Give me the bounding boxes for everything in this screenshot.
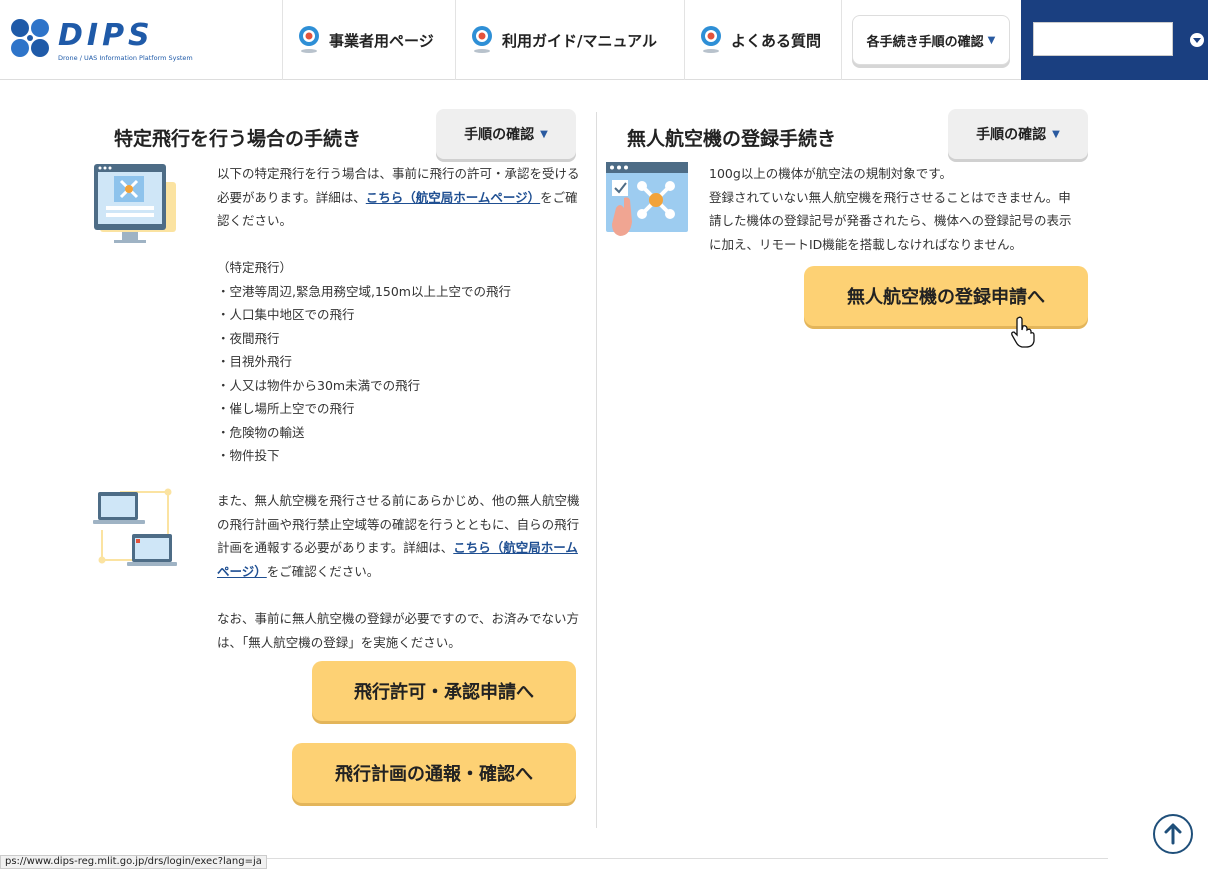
flag-icon bbox=[701, 26, 721, 53]
list-item: ・物件投下 bbox=[217, 448, 280, 463]
language-select[interactable] bbox=[1033, 22, 1173, 56]
right-procedure-button[interactable]: 手順の確認 ▼ bbox=[948, 109, 1088, 159]
registration-line: 100g以上の機体が航空法の規制対象です。 bbox=[709, 166, 953, 181]
nav-business-page[interactable]: 事業者用ページ bbox=[282, 0, 456, 80]
list-item: ・人口集中地区での飛行 bbox=[217, 307, 355, 322]
specific-flight-list: （特定飛行） ・空港等周辺,緊急用務空域,150m以上上空での飛行 ・人口集中地… bbox=[217, 256, 581, 468]
registration-title: 無人航空機の登録手続き bbox=[627, 128, 837, 150]
flag-icon bbox=[472, 26, 492, 53]
laptops-network-illustration bbox=[93, 488, 177, 566]
arrow-up-icon bbox=[1164, 823, 1182, 845]
hand-pointer-icon bbox=[1011, 316, 1035, 348]
nav-faq[interactable]: よくある質問 bbox=[684, 0, 842, 80]
nav-label: 利用ガイド/マニュアル bbox=[502, 31, 658, 50]
registration-line: 請した機体の登録記号が発番されたら、機体への登録記号の表示 bbox=[709, 213, 1072, 228]
drone-registration-button[interactable]: 無人航空機の登録申請へ bbox=[804, 266, 1088, 326]
specific-flight-title: 特定飛行を行う場合の手続き bbox=[114, 128, 362, 150]
list-heading: （特定飛行） bbox=[217, 260, 293, 275]
flight-permit-button[interactable]: 飛行許可・承認申請へ bbox=[312, 661, 576, 721]
plan-text-end: をご確認ください。 bbox=[266, 563, 380, 579]
scroll-top-button[interactable] bbox=[1153, 814, 1193, 854]
nav-user-guide[interactable]: 利用ガイド/マニュアル bbox=[455, 0, 685, 80]
flag-icon bbox=[299, 26, 319, 53]
registration-line: 登録されていない無人航空機を飛行させることはできません。申 bbox=[709, 189, 1071, 205]
registration-note: なお、事前に無人航空機の登録が必要ですので、お済みでない方は、「無人航空機の登録… bbox=[217, 611, 580, 650]
list-item: ・人又は物件から30m未満での飛行 bbox=[217, 377, 421, 393]
list-item: ・目視外飛行 bbox=[217, 354, 293, 369]
caret-down-icon: ▼ bbox=[540, 128, 548, 140]
dips-logo[interactable]: DIPS Drone / UAS Information Platform Sy… bbox=[6, 14, 196, 64]
logo-subtitle: Drone / UAS Information Platform System bbox=[58, 54, 193, 62]
flight-plan-text: また、無人航空機を飛行させる前にあらかじめ、他の無人航空機の飛行計画や飛行禁止空… bbox=[217, 489, 581, 583]
list-item: ・危険物の輸送 bbox=[217, 424, 305, 440]
left-procedure-button[interactable]: 手順の確認 ▼ bbox=[436, 109, 576, 159]
civil-aviation-link[interactable]: こちら（航空局ホームページ） bbox=[366, 190, 540, 205]
procedures-dropdown-button[interactable]: 各手続き手順の確認 ▼ bbox=[852, 15, 1010, 65]
status-bar-url: ps://www.dips-reg.mlit.go.jp/drs/login/e… bbox=[0, 855, 267, 869]
registration-line: に加え、リモートID機能を搭載しなければなりません。 bbox=[709, 236, 1022, 252]
list-item: ・空港等周辺,緊急用務空域,150m以上上空での飛行 bbox=[217, 283, 511, 299]
caret-down-icon: ▼ bbox=[987, 34, 996, 46]
column-divider bbox=[596, 112, 597, 828]
list-item: ・夜間飛行 bbox=[217, 330, 280, 346]
list-item: ・催し場所上空での飛行 bbox=[217, 401, 355, 416]
logo-text: DIPS bbox=[58, 18, 154, 53]
nav-label: 事業者用ページ bbox=[329, 31, 434, 50]
site-header: DIPS Drone / UAS Information Platform Sy… bbox=[0, 0, 1208, 80]
specific-flight-intro: 以下の特定飛行を行う場合は、事前に飛行の許可・承認を受ける必要があります。詳細は… bbox=[217, 162, 581, 233]
chevron-down-icon[interactable] bbox=[1190, 33, 1204, 47]
registration-text: 100g以上の機体が航空法の規制対象です。 登録されていない無人航空機を飛行させ… bbox=[709, 162, 1094, 256]
drone-logo-icon bbox=[11, 19, 49, 57]
procedure-button-label: 手順の確認 bbox=[976, 127, 1047, 143]
nav-procedures: 各手続き手順の確認 ▼ bbox=[841, 0, 1021, 80]
caret-down-icon: ▼ bbox=[1052, 128, 1060, 140]
procedure-button-label: 手順の確認 bbox=[464, 127, 535, 143]
drone-registration-illustration bbox=[606, 162, 688, 236]
nav-label: よくある質問 bbox=[731, 31, 822, 50]
flight-plan-button[interactable]: 飛行計画の通報・確認へ bbox=[292, 743, 576, 803]
monitor-drone-illustration bbox=[94, 164, 176, 243]
language-panel bbox=[1021, 0, 1208, 80]
dropdown-label: 各手続き手順の確認 bbox=[866, 34, 984, 50]
